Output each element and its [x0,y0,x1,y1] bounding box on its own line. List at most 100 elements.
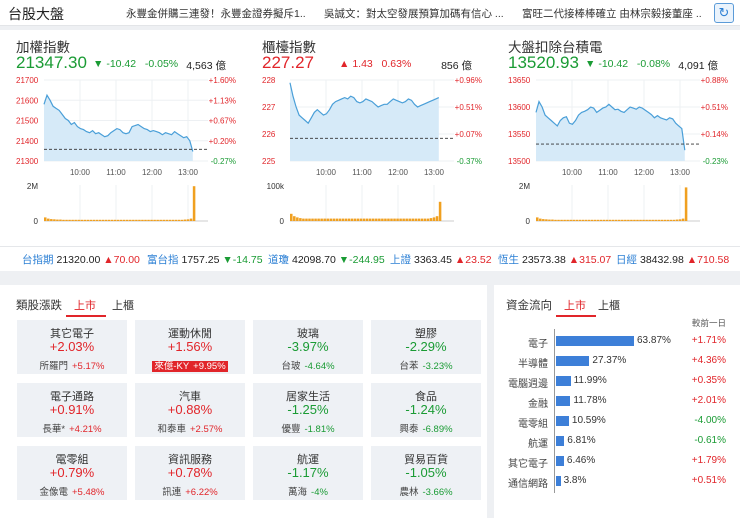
sector-tile[interactable]: 電零組 +0.79% 金像電 +5.48% [17,446,127,500]
sector-tile[interactable]: 資訊服務 +0.78% 訊連 +6.22% [135,446,245,500]
tab-fund-otc[interactable]: 上櫃 [598,297,620,313]
volume-bar [53,219,56,221]
fund-flow-row[interactable]: 通信網路 3.8% +0.51% [494,473,740,490]
volume-bar [390,218,393,221]
volume-bar [65,219,68,221]
sector-lead-stock[interactable]: 所羅門 +5.17% [17,358,127,372]
sector-lead-stock[interactable]: 金像電 +5.48% [17,484,127,498]
ticker-item[interactable]: 富台指 1757.25 ▼-14.75 [147,252,263,267]
sector-lead-stock[interactable]: 農林 -3.66% [371,484,481,498]
time-tick-label: 11:00 [598,168,618,177]
sector-tile[interactable]: 居家生活 -1.25% 優豐 -1.81% [253,383,363,437]
volume-bar [126,219,129,221]
volume-bar [317,218,320,221]
sector-lead-stock[interactable]: 來億-KY +9.95% [135,358,245,372]
news-headline-1[interactable]: 永豐金併購三連發！永豐金證券擬斥1... [126,6,306,21]
sector-tile[interactable]: 玻璃 -3.97% 台玻 -4.64% [253,320,363,374]
index-volume: 856 億 [441,60,472,72]
fund-flow-row[interactable]: 電零組 10.59% -4.00% [494,413,740,430]
fund-share-label: 3.8% [563,475,587,486]
sector-tile[interactable]: 貿易百貨 -1.05% 農林 -3.66% [371,446,481,500]
ticker-item[interactable]: 日經 38432.98 ▲710.58 [616,252,729,267]
sector-lead-stock[interactable]: 長華* +4.21% [17,421,127,435]
fund-flow-row[interactable]: 航運 6.81% -0.61% [494,433,740,450]
sector-tile[interactable]: 運動休閒 +1.56% 來億-KY +9.95% [135,320,245,374]
volume-bar [590,219,594,221]
volume-bar [44,217,47,221]
ticker-item[interactable]: 道瓊 42098.70 ▼-244.95 [268,252,385,267]
volume-bar [296,217,299,221]
fund-flow-row[interactable]: 半導體 27.37% +4.36% [494,353,740,370]
sector-lead-stock[interactable]: 萬海 -4% [253,484,363,498]
fund-share-label: 6.81% [567,435,596,446]
volume-bar [83,219,87,221]
fund-sector-name: 電腦週邊 [508,379,548,390]
sector-lead-stock[interactable]: 和泰車 +2.57% [135,421,245,435]
sector-tile[interactable]: 塑膠 -2.29% 台苯 -3.23% [371,320,481,374]
index-taiex[interactable]: 加權指數 21347.30 ▼ -10.42 -0.05% 4,563 億 21700 +… [0,30,244,244]
fund-change: +0.35% [691,375,726,386]
volume-bar [548,219,551,221]
ticker-item[interactable]: 恆生 23573.38 ▲315.07 [498,252,611,267]
volume-bar [171,219,175,221]
change-arrow-icon: ▼ [93,58,104,70]
sector-tile[interactable]: 食品 -1.24% 興泰 -6.89% [371,383,481,437]
tab-sector-listed[interactable]: 上市 [74,297,96,313]
volume-bar [654,219,657,221]
fund-flow-row[interactable]: 其它電子 6.46% +1.79% [494,453,740,470]
volume-bar [153,219,156,221]
fund-flow-axis [554,329,555,493]
volume-bar [630,219,633,221]
news-headline-2[interactable]: 吳誠文：對太空發展預算加碼有信心 ... [324,6,504,21]
pct-tick-label: +0.51% [701,103,728,112]
price-area [536,101,685,161]
tab-sector-otc[interactable]: 上櫃 [112,297,134,313]
fund-share-bar [556,336,634,346]
fund-flow-row[interactable]: 金融 11.78% +2.01% [494,393,740,410]
ticker-item[interactable]: 台指期 21320.00 ▲70.00 [22,252,140,267]
pct-tick-label: +0.96% [455,76,482,85]
index-otc[interactable]: 櫃檯指數 227.27 ▲ 1.43 0.63% 856 億 228 +0.96% 227 +… [246,30,490,244]
fund-flow-row[interactable]: 電子 63.87% +1.71% [494,333,740,350]
sector-lead-stock[interactable]: 台玻 -4.64% [253,358,363,372]
sector-tile[interactable]: 航運 -1.17% 萬海 -4% [253,446,363,500]
sector-lead-stock[interactable]: 興泰 -6.89% [371,421,481,435]
price-area [290,82,439,161]
fund-sector-name: 半導體 [518,359,548,370]
index-value: 227.27 [262,53,314,72]
volume-bar [551,219,554,221]
sector-lead-stock[interactable]: 台苯 -3.23% [371,358,481,372]
time-tick-label: 10:00 [562,168,583,177]
news-headline-3[interactable]: 富旺二代接棒棒確立 由林宗毅接董座 ... [522,6,702,21]
sector-lead-stock[interactable]: 訊連 +6.22% [135,484,245,498]
sector-tile[interactable]: 電子通路 +0.91% 長華* +4.21% [17,383,127,437]
volume-bar [657,219,661,221]
volume-bar [71,219,74,221]
fund-share-label: 27.37% [592,355,627,366]
index-ex-tsmc[interactable]: 大盤扣除台積電 13520.93 ▼ -10.42 -0.08% 4,091 億 136… [492,30,736,244]
volume-bar [678,219,682,221]
volume-bar [107,219,111,221]
page-header: 台股大盤 永豐金併購三連發！永豐金證券擬斥1... 吳誠文：對太空發展預算加碼有… [0,0,740,26]
fund-sector-name: 金融 [528,399,548,410]
tab-fund-listed[interactable]: 上市 [564,297,586,313]
volume-bar [329,218,333,221]
sector-pct: +1.56% [167,339,213,354]
fund-sector-name: 電零組 [518,419,548,430]
volume-bar [159,219,162,221]
sector-tile[interactable]: 其它電子 +2.03% 所羅門 +5.17% [17,320,127,374]
volume-bar [186,219,190,221]
ticker-item[interactable]: 上證 3363.45 ▲23.52 [390,252,492,267]
time-tick-label: 13:00 [670,168,691,177]
fund-flow-row[interactable]: 電腦週邊 11.99% +0.35% [494,373,740,390]
sector-lead-stock[interactable]: 優豐 -1.81% [253,421,363,435]
volume-bar [150,219,153,221]
volume-bar [375,218,378,221]
active-tab-indicator [66,315,106,317]
volume-bar [74,219,77,221]
sector-tile[interactable]: 汽車 +0.88% 和泰車 +2.57% [135,383,245,437]
change-arrow-icon: ▼ [585,58,596,70]
index-value: 21347.30 [16,53,87,72]
volume-bar [372,218,375,221]
refresh-button[interactable]: ↻ [714,3,734,23]
